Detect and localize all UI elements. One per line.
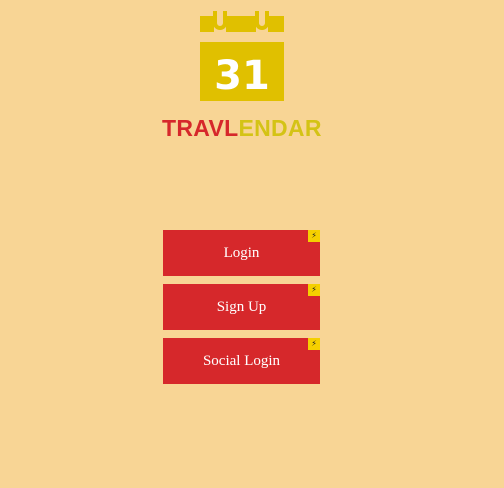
login-button[interactable]: Login ⚡ <box>163 230 320 276</box>
sign-up-button-label: Sign Up <box>216 298 267 315</box>
brand-wordmark-part2: ENDAR <box>238 115 322 141</box>
login-button-label: Login <box>223 244 260 261</box>
lightning-icon: ⚡ <box>308 338 320 350</box>
app-screen: 31 TRAVLENDAR Login ⚡ Sign Up ⚡ Social L… <box>0 0 504 488</box>
lightning-icon: ⚡ <box>308 230 320 242</box>
brand-wordmark-part1: TRAVL <box>162 115 239 141</box>
calendar-day-number: 31 <box>214 53 270 99</box>
social-login-button[interactable]: Social Login ⚡ <box>163 338 320 384</box>
brand-wordmark: TRAVLENDAR <box>162 114 332 142</box>
calendar-logo-icon: 31 <box>199 7 285 103</box>
lightning-icon: ⚡ <box>308 284 320 296</box>
social-login-button-label: Social Login <box>202 352 281 369</box>
sign-up-button[interactable]: Sign Up ⚡ <box>163 284 320 330</box>
